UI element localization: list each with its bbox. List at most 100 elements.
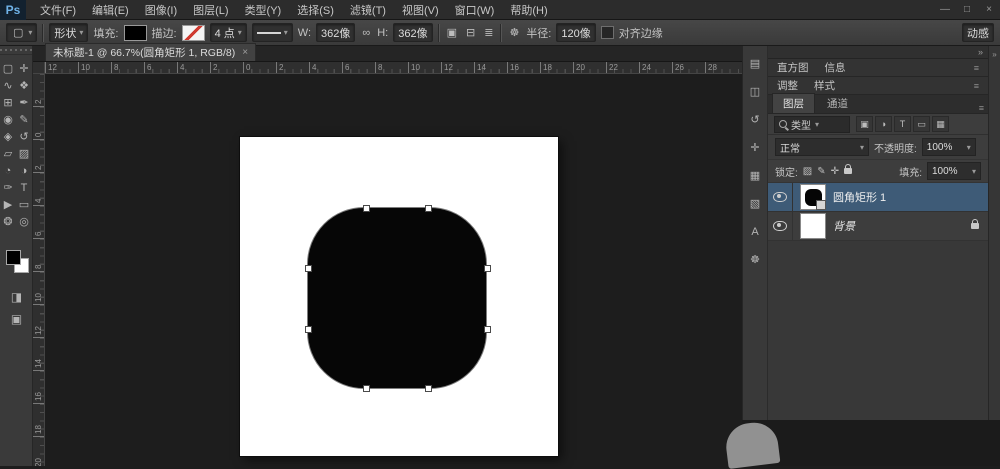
quick-mask-button[interactable]: ◨	[0, 290, 33, 304]
anchor-point-bottom-right[interactable]	[425, 385, 432, 392]
layer-filter-icon-0[interactable]: ▣	[856, 116, 873, 132]
fill-field[interactable]: 100% ▾	[927, 162, 981, 180]
radius-field[interactable]: 120像	[556, 23, 595, 42]
tool-button-16[interactable]: ▶	[0, 199, 16, 211]
document-canvas[interactable]	[240, 137, 558, 456]
collapsed-panel-icon-5[interactable]: ▧	[750, 198, 760, 210]
layer-name[interactable]: 背景	[833, 218, 855, 234]
canvas-viewport[interactable]	[45, 74, 742, 466]
tool-button-12[interactable]: ◔	[0, 165, 16, 177]
collapsed-panel-icon-0[interactable]: ▤	[750, 58, 760, 70]
width-field[interactable]: 362像	[316, 23, 355, 42]
anchor-point-top-left[interactable]	[363, 205, 370, 212]
stroke-color-swatch[interactable]	[182, 25, 205, 41]
collapsed-panel-icon-1[interactable]: ◫	[750, 86, 760, 98]
tool-button-6[interactable]: ◉	[0, 114, 16, 126]
align-edges-checkbox[interactable]	[601, 26, 614, 39]
panel-menu-icon[interactable]: ≡	[974, 63, 979, 73]
tool-mode-select[interactable]: 形状 ▾	[49, 23, 88, 42]
screen-mode-button[interactable]: ▣	[0, 312, 33, 326]
close-button[interactable]: ×	[978, 4, 1000, 15]
menu-help[interactable]: 帮助(H)	[502, 2, 555, 18]
tool-button-7[interactable]: ✎	[16, 114, 32, 126]
menu-view[interactable]: 视图(V)	[394, 2, 447, 18]
anchor-point-bottom-left[interactable]	[363, 385, 370, 392]
close-tab-icon[interactable]: ×	[242, 47, 248, 58]
layer-filter-icon-2[interactable]: T	[894, 116, 911, 132]
tool-button-8[interactable]: ◈	[0, 131, 16, 143]
fill-color-swatch[interactable]	[124, 25, 147, 41]
path-arrangement-icon[interactable]: ≣	[482, 26, 495, 39]
tab-channels[interactable]: 通道	[817, 94, 858, 113]
maximize-button[interactable]: □	[956, 4, 978, 15]
tab-styles[interactable]: 样式	[814, 78, 835, 93]
anchor-point-right-top[interactable]	[484, 265, 491, 272]
layer-filter-select[interactable]: 类型 ▾	[774, 116, 850, 133]
lock-all-icon[interactable]	[844, 168, 852, 174]
anchor-point-left-top[interactable]	[305, 265, 312, 272]
stroke-style-select[interactable]: ▾	[252, 23, 293, 42]
anchor-point-right-bottom[interactable]	[484, 326, 491, 333]
layer-thumbnail[interactable]	[800, 213, 826, 239]
lock-transparency-icon[interactable]: ▨	[803, 166, 812, 177]
stroke-width-field[interactable]: 4 点 ▾	[210, 23, 247, 42]
tool-button-9[interactable]: ↺	[16, 131, 32, 143]
tool-button-3[interactable]: ❖	[16, 80, 32, 92]
layer-name[interactable]: 圆角矩形 1	[833, 189, 886, 205]
workspace-switcher[interactable]: 动感	[962, 23, 994, 42]
layer-filter-icon-4[interactable]: ▦	[932, 116, 949, 132]
collapsed-panel-icon-7[interactable]: ☸	[750, 254, 760, 266]
blend-mode-select[interactable]: 正常 ▾	[775, 138, 869, 156]
tool-button-17[interactable]: ▭	[16, 199, 32, 211]
menu-file[interactable]: 文件(F)	[32, 2, 84, 18]
rounded-rectangle-shape[interactable]	[307, 207, 487, 389]
tool-button-11[interactable]: ▨	[16, 148, 32, 160]
tool-preset-picker[interactable]: ▢ ▾	[6, 23, 37, 42]
layer-filter-icon-3[interactable]: ▭	[913, 116, 930, 132]
document-tab[interactable]: 未标题-1 @ 66.7%(圆角矩形 1, RGB/8) ×	[45, 43, 256, 61]
tool-button-0[interactable]: ▢	[0, 63, 16, 75]
tool-button-14[interactable]: ✑	[0, 182, 16, 194]
opacity-field[interactable]: 100% ▾	[922, 138, 976, 156]
anchor-point-top-right[interactable]	[425, 205, 432, 212]
menu-select[interactable]: 选择(S)	[289, 2, 342, 18]
foreground-color-swatch[interactable]	[6, 250, 21, 265]
gear-icon[interactable]: ☸	[507, 26, 521, 39]
height-field[interactable]: 362像	[393, 23, 432, 42]
minimize-button[interactable]: —	[934, 4, 956, 15]
tool-button-5[interactable]: ✒	[16, 97, 32, 109]
tool-button-2[interactable]: ∿	[0, 80, 16, 92]
tab-info[interactable]: 信息	[825, 60, 846, 75]
menu-edit[interactable]: 编辑(E)	[84, 2, 137, 18]
menu-layer[interactable]: 图层(L)	[185, 2, 236, 18]
tool-button-1[interactable]: ✛	[16, 63, 32, 75]
path-alignment-icon[interactable]: ⊟	[464, 26, 477, 39]
tool-button-15[interactable]: T	[16, 182, 32, 194]
visibility-toggle[interactable]	[768, 212, 793, 240]
collapsed-panel-icon-6[interactable]: A	[751, 226, 758, 238]
visibility-toggle[interactable]	[768, 183, 793, 211]
menu-filter[interactable]: 滤镜(T)	[342, 2, 394, 18]
collapsed-panel-icon-2[interactable]: ↺	[750, 114, 759, 126]
anchor-point-left-bottom[interactable]	[305, 326, 312, 333]
menu-window[interactable]: 窗口(W)	[447, 2, 503, 18]
collapsed-panel-icon-3[interactable]: ✛	[750, 142, 759, 154]
path-operations-icon[interactable]: ▣	[445, 26, 459, 39]
expand-dock-icon[interactable]: »	[992, 50, 996, 59]
collapse-dock-icon[interactable]: »	[978, 47, 983, 57]
tab-histogram[interactable]: 直方图	[777, 60, 809, 75]
tool-button-10[interactable]: ▱	[0, 148, 16, 160]
collapsed-panel-icon-4[interactable]: ▦	[750, 170, 760, 182]
layer-row-rounded-rectangle[interactable]: 圆角矩形 1	[768, 183, 988, 212]
layer-thumbnail[interactable]	[800, 184, 826, 210]
lock-pixels-icon[interactable]: ✎	[817, 166, 825, 177]
panel-menu-icon[interactable]: ≡	[974, 81, 979, 91]
tool-button-19[interactable]: ◎	[16, 216, 32, 228]
menu-type[interactable]: 类型(Y)	[237, 2, 290, 18]
tool-button-13[interactable]: ◑	[16, 165, 32, 177]
tool-button-18[interactable]: ❂	[0, 216, 16, 228]
tab-layers[interactable]: 图层	[772, 93, 815, 113]
tab-adjustments[interactable]: 调整	[777, 78, 798, 93]
link-dimensions-icon[interactable]: ∞	[360, 27, 372, 39]
toolbar-grip[interactable]	[0, 46, 32, 55]
